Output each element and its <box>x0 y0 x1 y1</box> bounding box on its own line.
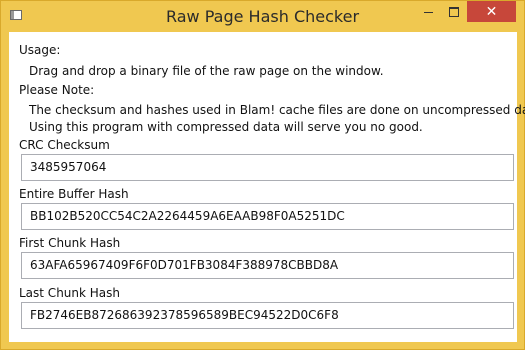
note-heading: Please Note: <box>19 83 95 97</box>
title-bar[interactable]: Raw Page Hash Checker ✕ <box>1 1 524 32</box>
client-area: Usage: Drag and drop a binary file of th… <box>9 32 525 342</box>
entire-buffer-hash-field[interactable]: BB102B520CC54C2A2264459A6EAAB98F0A5251DC <box>21 203 514 230</box>
close-button[interactable]: ✕ <box>467 1 516 22</box>
usage-heading: Usage: <box>19 43 61 57</box>
maximize-button[interactable] <box>441 1 467 22</box>
crc-checksum-label: CRC Checksum <box>19 138 110 152</box>
maximize-icon <box>449 6 459 17</box>
note-line-2: Using this program with compressed data … <box>29 120 423 134</box>
crc-checksum-field[interactable]: 3485957064 <box>21 154 514 181</box>
app-window: Raw Page Hash Checker ✕ Usage: Drag and … <box>0 0 525 350</box>
close-icon: ✕ <box>485 3 498 19</box>
note-line-1: The checksum and hashes used in Blam! ca… <box>29 103 525 117</box>
first-chunk-hash-field[interactable]: 63AFA65967409F6F0D701FB3084F388978CBBD8A <box>21 252 514 279</box>
minimize-icon <box>423 12 433 14</box>
last-chunk-hash-label: Last Chunk Hash <box>19 286 121 300</box>
entire-buffer-hash-label: Entire Buffer Hash <box>19 187 129 201</box>
minimize-button[interactable] <box>415 1 441 22</box>
usage-text: Drag and drop a binary file of the raw p… <box>29 64 384 78</box>
first-chunk-hash-label: First Chunk Hash <box>19 236 121 250</box>
last-chunk-hash-field[interactable]: FB2746EB872686392378596589BEC94522D0C6F8 <box>21 302 514 329</box>
